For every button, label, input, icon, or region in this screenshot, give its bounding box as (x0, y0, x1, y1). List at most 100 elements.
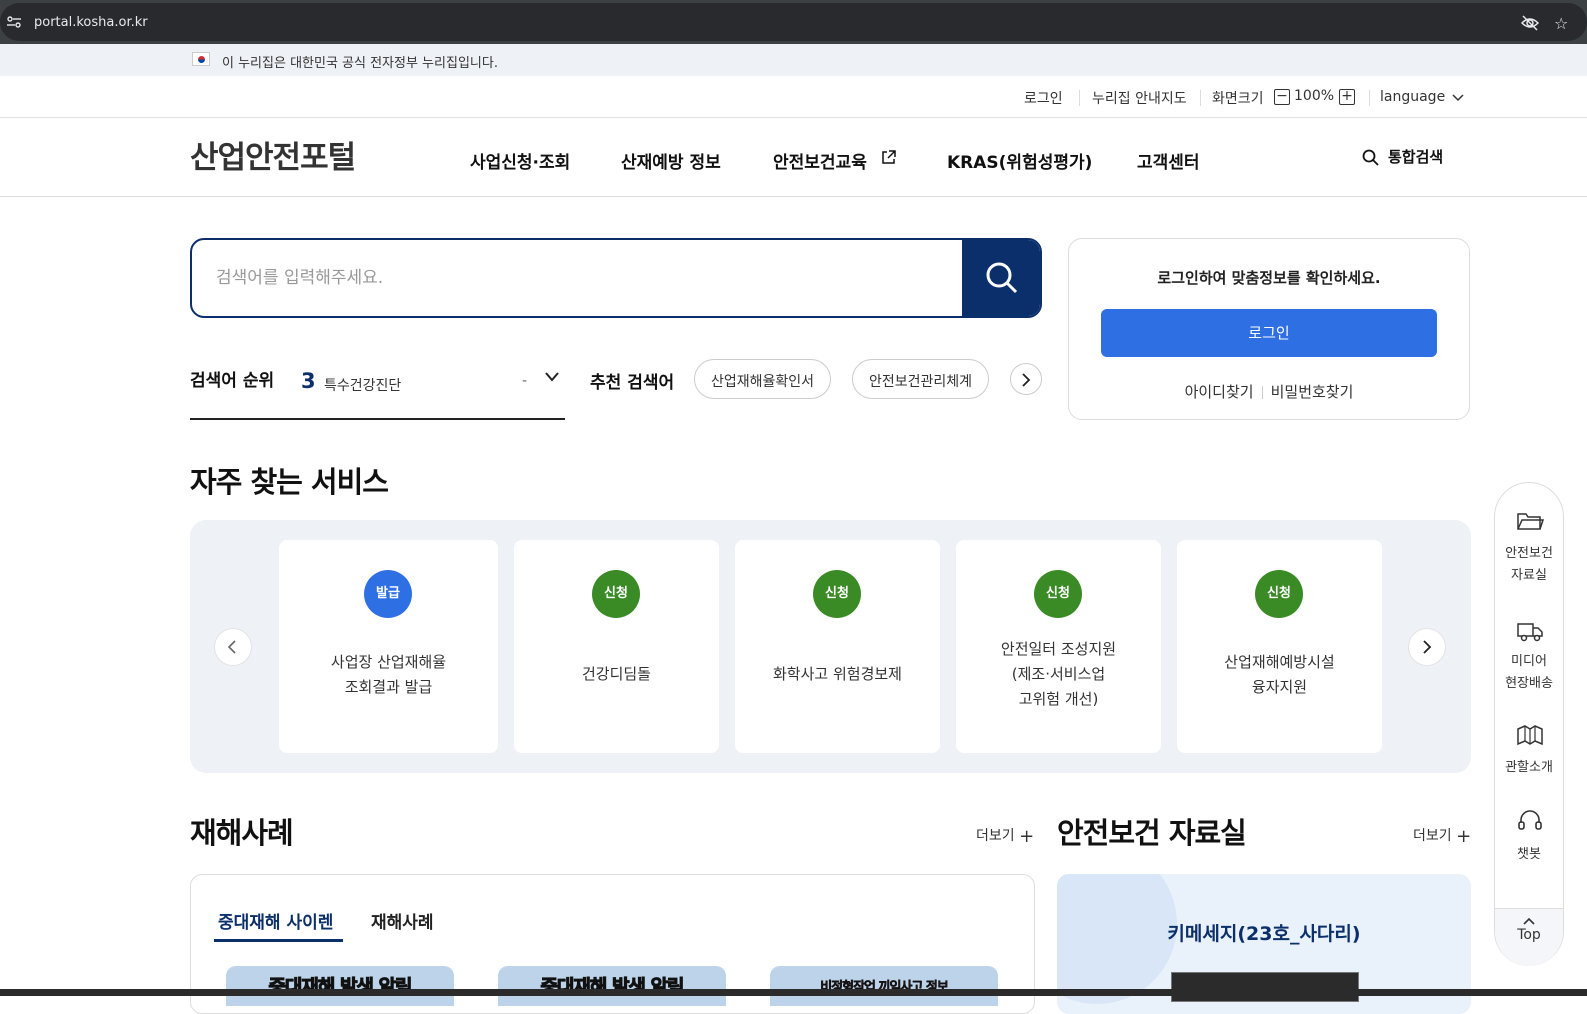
gov-banner-text[interactable]: 이 누리집은 대한민국 공식 전자정부 누리집입니다. (222, 52, 498, 71)
integrated-search-link[interactable]: 통합검색 (1388, 146, 1443, 167)
more-label: 더보기 (976, 828, 1015, 844)
service-label-line: 건강디딤돌 (581, 665, 651, 683)
search-button[interactable] (962, 240, 1040, 316)
eye-off-icon[interactable] (1520, 15, 1540, 31)
divider (1369, 90, 1370, 106)
recommend-chip[interactable]: 안전보건관리체계 (852, 359, 990, 399)
external-link-icon (882, 150, 896, 164)
divider (1261, 386, 1263, 399)
divider (190, 418, 565, 420)
site-logo[interactable]: 산업안전포털 (190, 132, 356, 177)
resources-more-link[interactable]: 더보기 + (1413, 825, 1471, 847)
browser-toolbar: portal.kosha.or.kr ☆ (0, 0, 1587, 44)
search-rank-number: 3 (301, 369, 316, 393)
quick-menu-media[interactable]: 미디어 현장배송 (1495, 651, 1563, 695)
url-text[interactable]: portal.kosha.or.kr (34, 15, 148, 30)
active-tab-indicator (214, 939, 343, 942)
cases-more-link[interactable]: 더보기 + (976, 825, 1034, 847)
quick-menu-label: 자료실 (1511, 568, 1547, 583)
recommend-chip[interactable]: 산업재해율확인서 (694, 359, 832, 399)
quick-menu-label: 챗봇 (1517, 847, 1541, 862)
divider (0, 117, 1587, 118)
util-login-link[interactable]: 로그인 (1024, 88, 1063, 108)
chevron-left-icon (227, 640, 236, 654)
zoom-in-button[interactable]: + (1339, 89, 1355, 105)
plus-icon: + (1456, 826, 1472, 847)
window-bottom-edge (0, 989, 1587, 996)
login-card: 로그인하여 맞춤정보를 확인하세요. 로그인 아이디찾기 비밀번호찾기 (1068, 238, 1470, 420)
service-badge: 신청 (1034, 570, 1082, 618)
nav-customer-center[interactable]: 고객센터 (1137, 148, 1200, 173)
case-thumbnail[interactable]: 비정형작업 끼임사고 정보 (770, 966, 998, 1006)
service-card[interactable]: 발급 사업장 산업재해율 조회결과 발급 (279, 540, 498, 753)
search-rank-label: 검색어 순위 (190, 371, 275, 391)
service-label-line: 산업재해예방시설 (1224, 653, 1335, 671)
service-badge: 신청 (1255, 570, 1303, 618)
truck-icon (1517, 623, 1543, 642)
service-card[interactable]: 신청 건강디딤돌 (514, 540, 719, 753)
service-label: 사업장 산업재해율 조회결과 발급 (279, 650, 498, 700)
tab-serious-accident-siren[interactable]: 중대재해 사이렌 (218, 908, 333, 933)
plus-icon: + (1019, 826, 1035, 847)
util-sitemap-link[interactable]: 누리집 안내지도 (1092, 88, 1187, 108)
address-bar[interactable]: portal.kosha.or.kr ☆ (0, 3, 1587, 41)
find-id-link[interactable]: 아이디찾기 (1185, 383, 1254, 401)
service-badge: 신청 (813, 570, 861, 618)
bookmark-star-icon[interactable]: ☆ (1554, 14, 1568, 33)
service-badge: 신청 (592, 570, 640, 618)
login-button[interactable]: 로그인 (1101, 309, 1437, 357)
service-label-line: 화학사고 위험경보제 (773, 665, 902, 683)
nav-education[interactable]: 안전보건교육 (773, 148, 867, 173)
recommend-label: 추천 검색어 (590, 373, 675, 393)
nav-prevention-info[interactable]: 산재예방 정보 (621, 148, 721, 173)
tab-accident-cases[interactable]: 재해사례 (371, 908, 434, 933)
quick-menu-jurisdiction[interactable]: 관할소개 (1495, 757, 1563, 779)
quick-menu-chatbot[interactable]: 챗봇 (1495, 844, 1563, 866)
services-next-button[interactable] (1408, 628, 1446, 666)
zoom-label: 화면크기 (1212, 91, 1264, 107)
case-thumbnail[interactable]: 중대재해 발생 알림 (498, 966, 726, 1006)
chips-next-button[interactable] (1010, 363, 1042, 395)
resource-card-title[interactable]: 키메세지(23호_사다리) (1057, 919, 1471, 946)
quick-menu-label: 현장배송 (1505, 676, 1553, 691)
services-title: 자주 찾는 서비스 (190, 465, 389, 499)
services-prev-button[interactable] (214, 628, 252, 666)
quick-menu-label: 안전보건 (1505, 546, 1553, 561)
service-label-line: 안전일터 조성지원 (1000, 640, 1117, 658)
nav-kras[interactable]: KRAS(위험성평가) (947, 148, 1092, 173)
quick-menu: 안전보건 자료실 미디어 현장배송 관할소개 챗봇 Top (1494, 482, 1564, 966)
search-rank-change: - (522, 373, 528, 389)
site-settings-icon[interactable] (6, 15, 22, 29)
chevron-down-icon[interactable] (544, 371, 560, 383)
chevron-right-icon (1022, 373, 1031, 387)
zoom-out-button[interactable]: − (1274, 89, 1290, 105)
language-select[interactable]: language (1380, 89, 1445, 105)
login-links: 아이디찾기 비밀번호찾기 (1069, 381, 1469, 402)
search-rank-term[interactable]: 특수건강진단 (324, 375, 401, 395)
service-label-line: 사업장 산업재해율 (330, 653, 447, 671)
service-card[interactable]: 신청 안전일터 조성지원 (제조·서비스업 고위험 개선) (956, 540, 1161, 753)
service-card[interactable]: 신청 화학사고 위험경보제 (735, 540, 940, 753)
divider (0, 196, 1587, 197)
case-thumbnail[interactable]: 중대재해 발생 알림 (226, 966, 454, 1006)
search-icon (986, 262, 1018, 294)
service-card[interactable]: 신청 산업재해예방시설 융자지원 (1177, 540, 1382, 753)
cases-title: 재해사례 (190, 816, 294, 850)
zoom-value: 100% (1294, 88, 1335, 104)
find-password-link[interactable]: 비밀번호찾기 (1271, 383, 1354, 401)
resource-thumbnail[interactable] (1171, 972, 1359, 1002)
service-label: 산업재해예방시설 융자지원 (1177, 650, 1382, 700)
service-label-line: 융자지원 (1251, 678, 1308, 696)
service-label-line: 조회결과 발급 (344, 678, 433, 696)
resources-title: 안전보건 자료실 (1057, 816, 1247, 850)
chevron-up-icon (1523, 917, 1535, 925)
search-icon[interactable] (1362, 149, 1379, 166)
chevron-down-icon[interactable] (1452, 94, 1464, 102)
nav-business[interactable]: 사업신청·조회 (470, 148, 570, 173)
map-icon (1517, 725, 1543, 746)
more-label: 더보기 (1413, 828, 1452, 844)
service-label-line: 고위험 개선) (1018, 690, 1099, 708)
quick-menu-resources[interactable]: 안전보건 자료실 (1495, 543, 1563, 587)
search-input[interactable] (192, 240, 962, 316)
chevron-right-icon (1423, 640, 1432, 654)
